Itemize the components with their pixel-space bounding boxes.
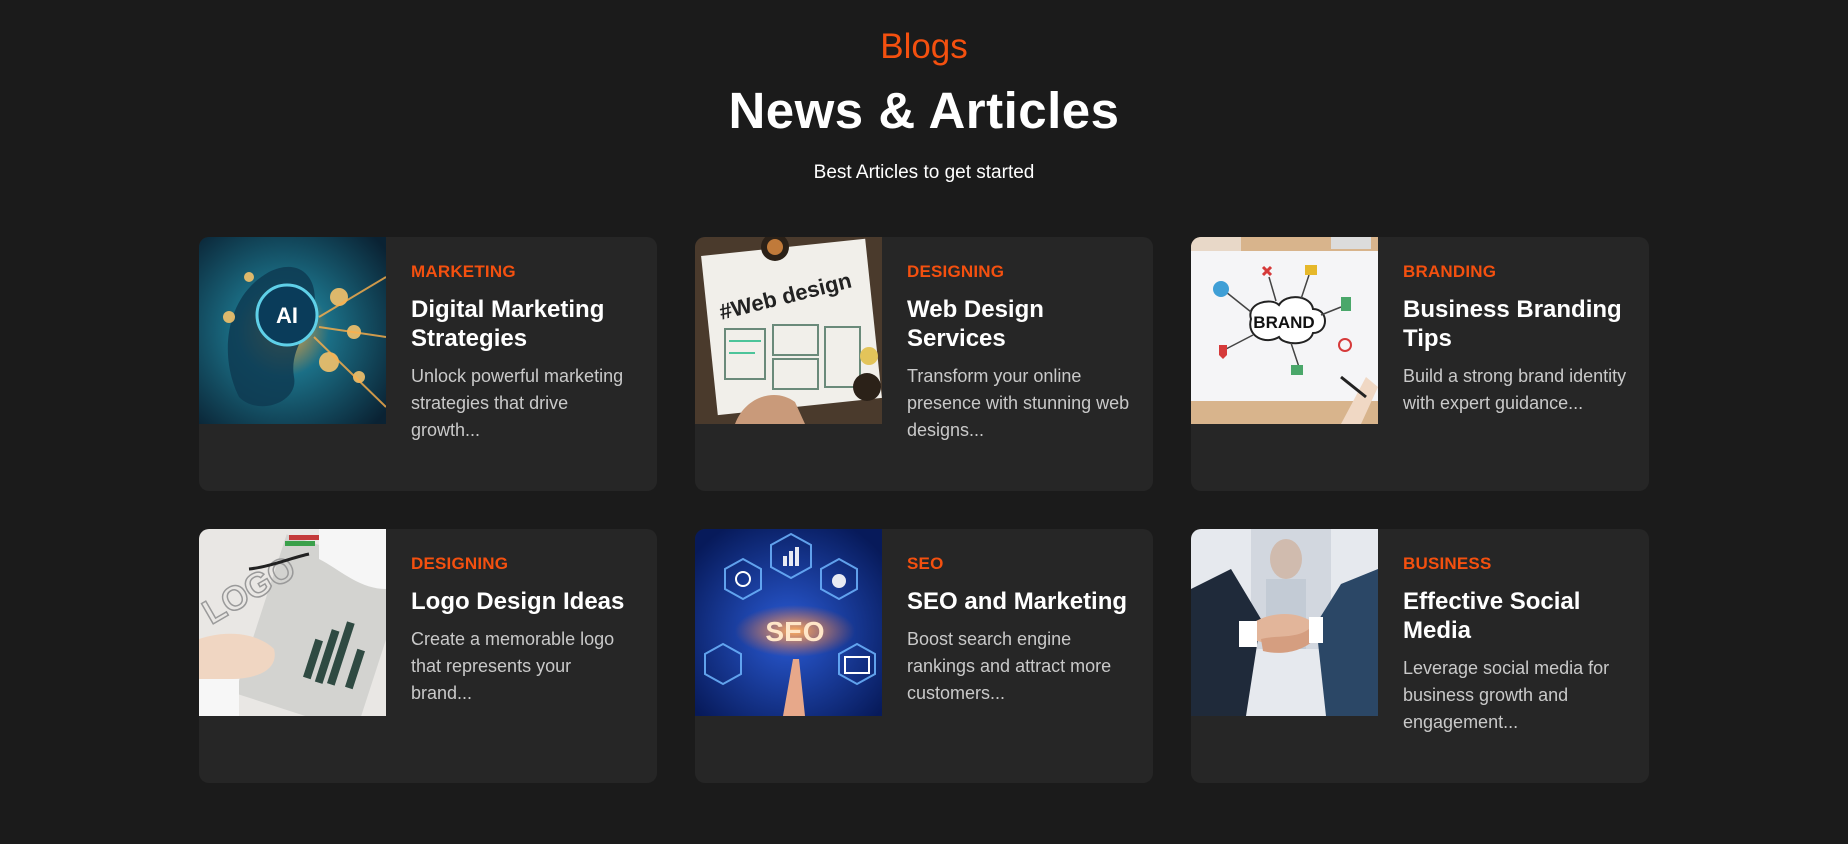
article-title[interactable]: Business Branding Tips — [1403, 295, 1627, 353]
article-excerpt: Build a strong brand identity with exper… — [1403, 366, 1627, 413]
article-title[interactable]: Effective Social Media — [1403, 587, 1627, 645]
section-eyebrow: Blogs — [880, 27, 968, 66]
svg-text:BRAND: BRAND — [1253, 313, 1314, 332]
article-category[interactable]: MARKETING — [411, 261, 635, 283]
article-category[interactable]: DESIGNING — [907, 261, 1131, 283]
article-excerpt: Leverage social media for business growt… — [1403, 658, 1610, 732]
article-card[interactable]: SEO SEO SEO and Marketing Boost search e… — [695, 529, 1153, 783]
article-excerpt: Transform your online presence with stun… — [907, 366, 1130, 440]
card-body: SEO SEO and Marketing Boost search engin… — [882, 529, 1153, 783]
article-category[interactable]: BRANDING — [1403, 261, 1627, 283]
articles-grid: AI MARKETING Digital Marketing Strategie… — [199, 237, 1649, 783]
article-title[interactable]: Logo Design Ideas — [411, 587, 635, 616]
card-body: DESIGNING Web Design Services Transform … — [882, 237, 1153, 491]
logo-design-image[interactable]: LOGO — [199, 529, 386, 716]
article-title[interactable]: SEO and Marketing — [907, 587, 1131, 616]
card-body: DESIGNING Logo Design Ideas Create a mem… — [386, 529, 657, 783]
article-card[interactable]: LOGO DESIGNING Logo Design Ideas Create … — [199, 529, 657, 783]
article-card[interactable]: BRAND BRANDING Business Branding Tips Bu… — [1191, 237, 1649, 491]
article-title[interactable]: Web Design Services — [907, 295, 1131, 353]
article-category[interactable]: SEO — [907, 553, 1131, 575]
article-card[interactable]: BUSINESS Effective Social Media Leverage… — [1191, 529, 1649, 783]
article-card[interactable]: AI MARKETING Digital Marketing Strategie… — [199, 237, 657, 491]
svg-text:AI: AI — [276, 303, 298, 328]
seo-image[interactable]: SEO — [695, 529, 882, 716]
handshake-image[interactable] — [1191, 529, 1378, 716]
article-title[interactable]: Digital Marketing Strategies — [411, 295, 635, 353]
card-body: BUSINESS Effective Social Media Leverage… — [1378, 529, 1649, 783]
article-excerpt: Create a memorable logo that represents … — [411, 629, 615, 703]
article-category[interactable]: DESIGNING — [411, 553, 635, 575]
article-card[interactable]: #Web design DESIGNING Web Design Service… — [695, 237, 1153, 491]
ai-marketing-image[interactable]: AI — [199, 237, 386, 424]
article-excerpt: Unlock powerful marketing strategies tha… — [411, 366, 624, 440]
section-subtitle: Best Articles to get started — [813, 162, 1035, 183]
card-body: BRANDING Business Branding Tips Build a … — [1378, 237, 1649, 491]
svg-text:SEO: SEO — [765, 616, 824, 647]
article-category[interactable]: BUSINESS — [1403, 553, 1627, 575]
article-excerpt: Boost search engine rankings and attract… — [907, 629, 1112, 703]
blog-section: Blogs News & Articles Best Articles to g… — [0, 0, 1848, 844]
card-body: MARKETING Digital Marketing Strategies U… — [386, 237, 657, 491]
web-design-image[interactable]: #Web design — [695, 237, 882, 424]
section-title: News & Articles — [728, 82, 1120, 139]
brand-image[interactable]: BRAND — [1191, 237, 1378, 424]
